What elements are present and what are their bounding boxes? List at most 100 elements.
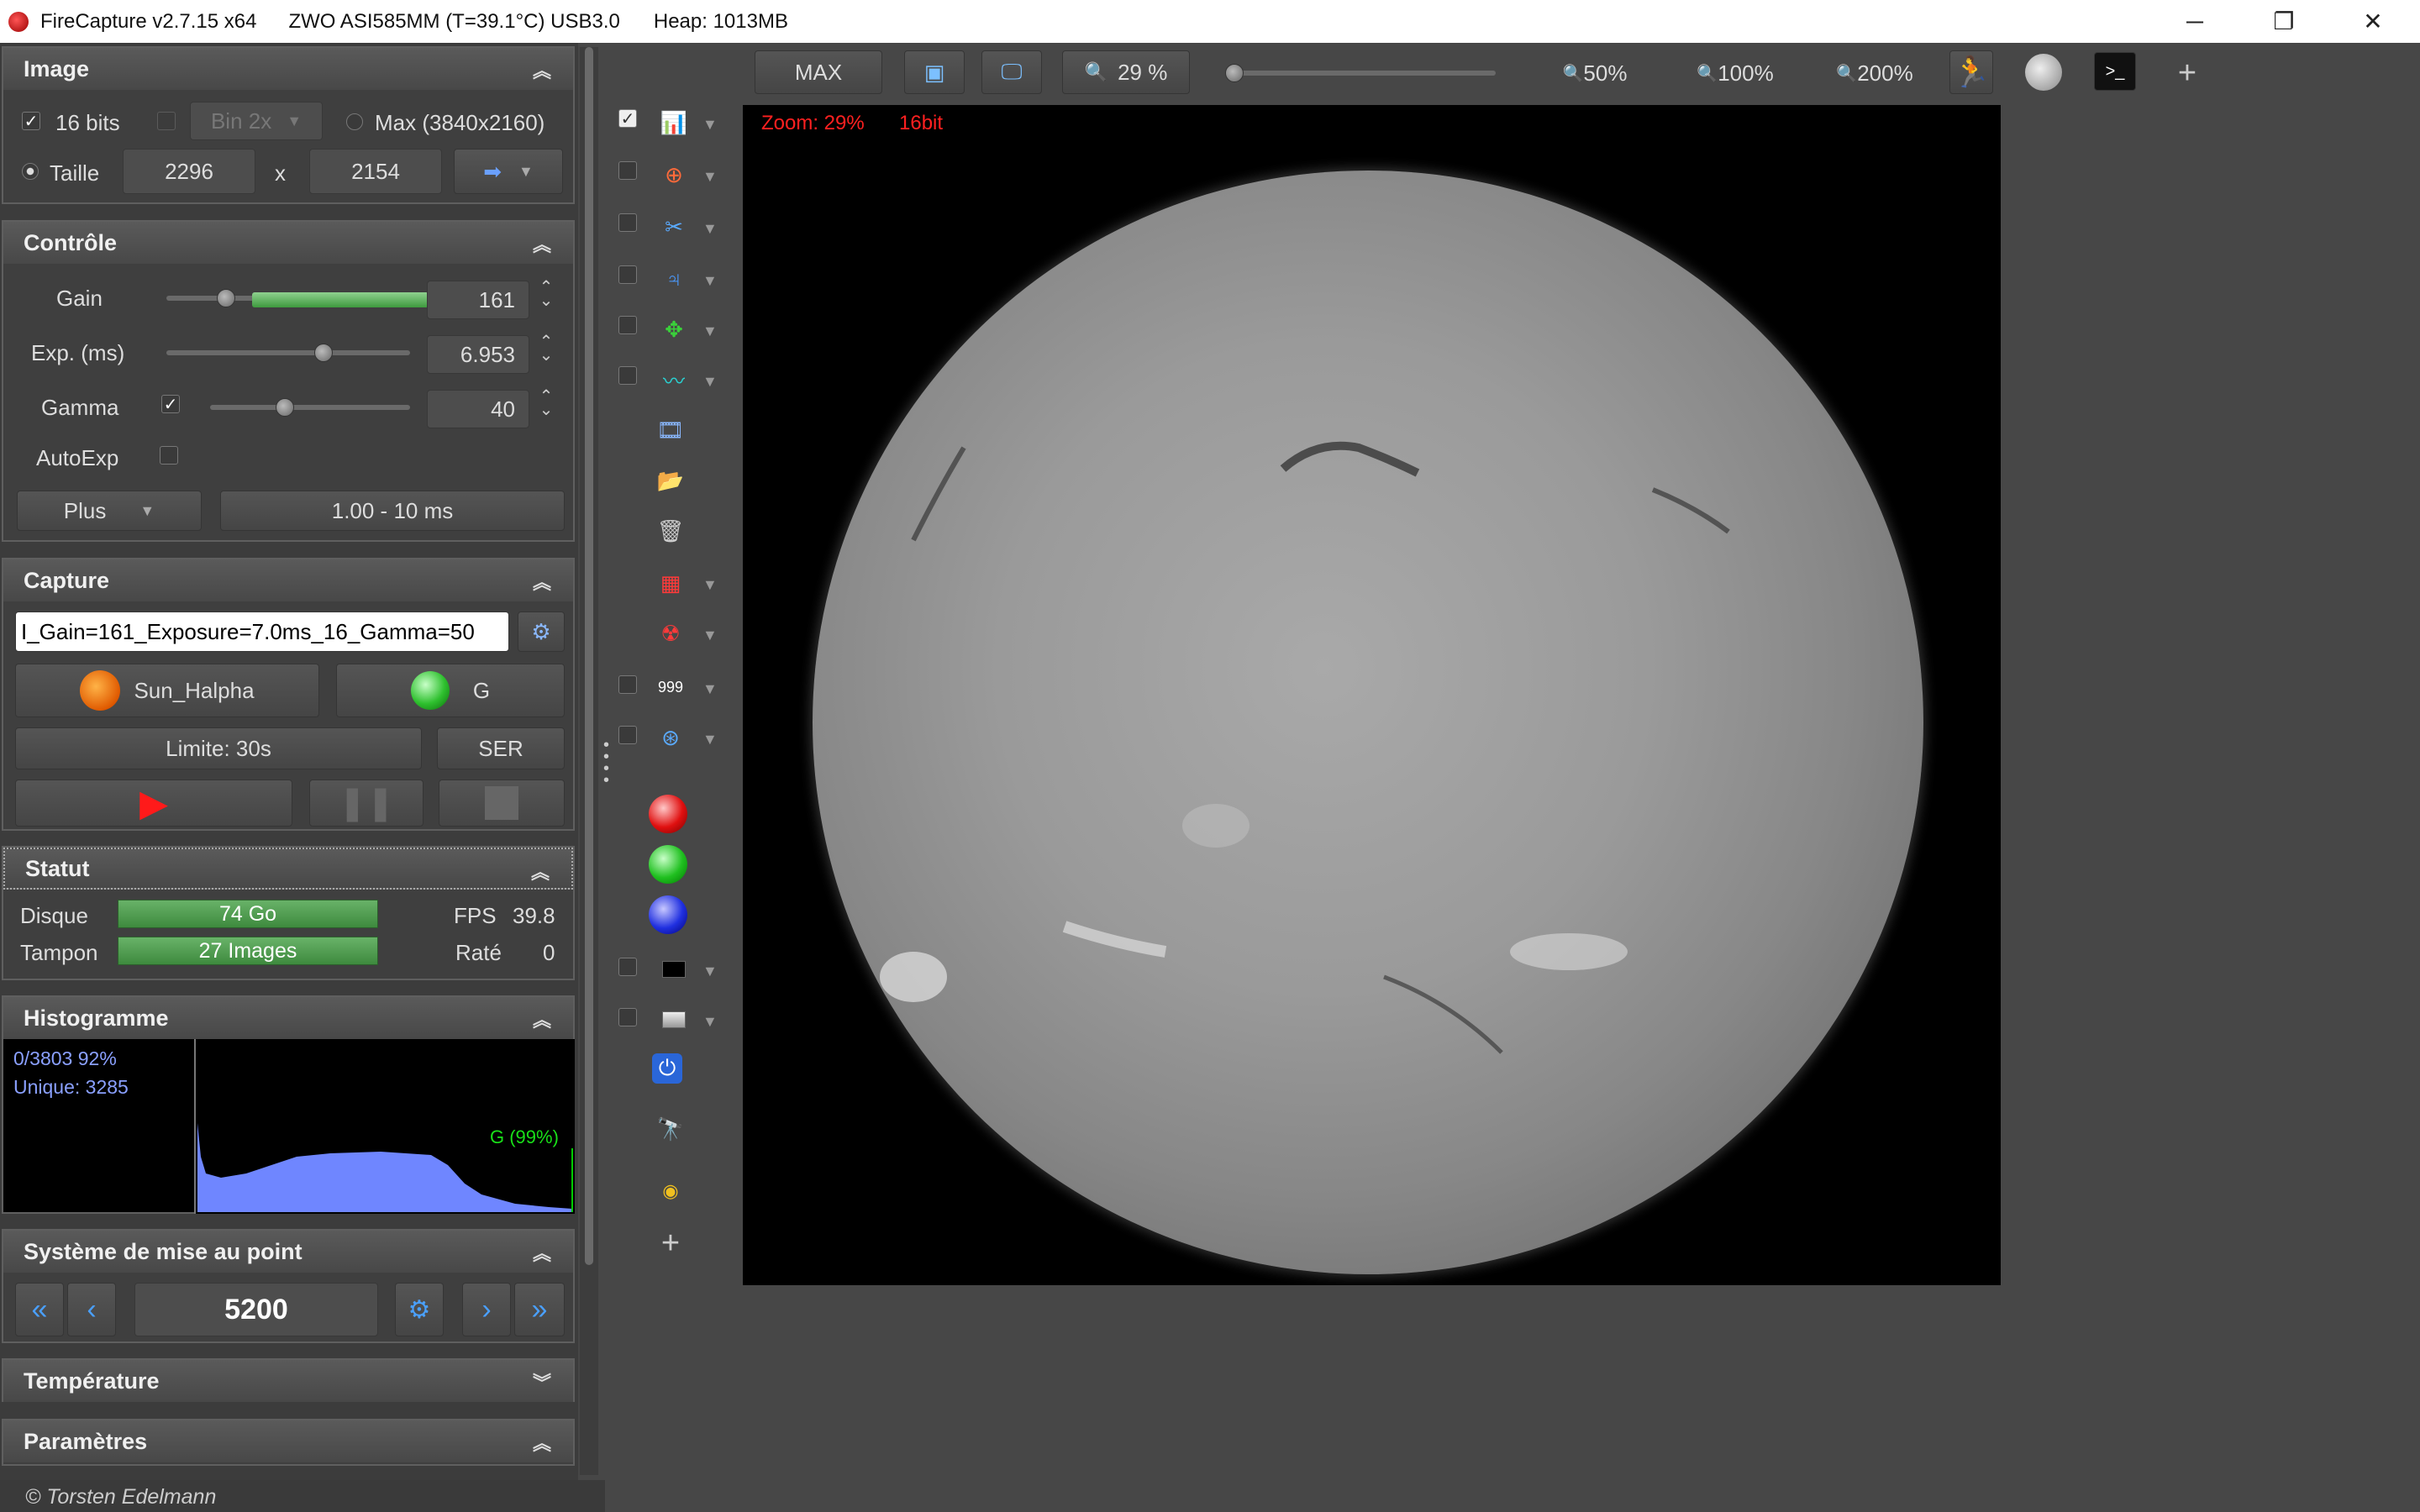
chevron-down-icon[interactable]: ▼ [702,680,718,698]
limit-button[interactable]: Limite: 30s [15,727,422,769]
controle-panel-header[interactable]: Contrôle ︽ [3,222,573,264]
max-button[interactable]: MAX [755,50,882,94]
camera-settings-icon[interactable]: ⚙ [518,612,565,652]
crosshair-checkbox[interactable] [618,161,637,180]
focus-helper-checkbox[interactable] [618,265,637,284]
tracking-checkbox[interactable] [618,316,637,334]
filename-input[interactable]: I_Gain=161_Exposure=7.0ms_16_Gamma=50 [15,612,509,652]
gamma-input[interactable]: 40 [427,390,529,428]
bin-checkbox[interactable] [157,112,176,130]
collapse-icon[interactable]: ︽ [533,230,551,257]
fullscreen-button[interactable]: 🖵 [981,50,1042,94]
restore-button[interactable]: ❐ [2240,0,2328,43]
filter-button[interactable]: G [336,664,565,717]
darkframe-checkbox[interactable] [618,958,637,976]
power-icon[interactable]: ⏻ [652,1053,682,1084]
profile-button[interactable]: Sun_Halpha [15,664,319,717]
histogram-toggle-checkbox[interactable]: ✓ [618,109,637,129]
format-button[interactable]: SER [437,727,565,769]
zoom-slider-knob[interactable] [1225,64,1244,82]
green-channel-button[interactable] [649,845,687,884]
stop-button[interactable] [439,780,565,827]
statut-panel-header[interactable]: Statut ︽ [3,848,573,890]
blue-channel-button[interactable] [649,895,687,934]
width-input[interactable]: 2296 [123,149,255,194]
film-icon[interactable]: 🎞 [655,415,686,445]
collapse-icon[interactable]: ︽ [533,56,551,83]
tracking-icon[interactable]: ✥ [659,314,689,344]
exp-slider[interactable] [166,350,410,355]
zoom-100-button[interactable]: 🔍 100% [1681,52,1790,94]
telescope-icon[interactable]: 🔭 [655,1114,686,1144]
align-checkbox[interactable] [618,213,637,232]
darkframe-icon[interactable] [659,954,689,984]
focus-fast-back-button[interactable]: « [15,1283,64,1336]
collapse-icon[interactable]: ︽ [533,568,551,595]
exp-slider-knob[interactable] [314,344,333,362]
gamma-checkbox[interactable]: ✓ [161,395,180,414]
zoom-button[interactable]: 🔍 29 % [1062,50,1190,94]
autoexp-checkbox[interactable] [160,446,178,465]
chevron-down-icon[interactable]: ▼ [702,323,718,340]
left-scrollbar[interactable] [580,47,598,1475]
add-tool-icon[interactable]: + [655,1226,686,1261]
minimize-button[interactable]: ─ [2151,0,2238,43]
collapse-icon[interactable]: ︽ [531,858,550,885]
timer-icon[interactable]: ◉ [655,1176,686,1206]
focus-helper-icon[interactable]: ♃ [659,264,689,294]
chevron-down-icon[interactable]: ▼ [702,627,718,644]
splitter-handle[interactable]: • • • • [603,737,610,806]
plus-dropdown[interactable]: Plus ▼ [17,491,202,531]
pause-button[interactable]: ❚❚ [309,780,424,827]
record-button[interactable]: ▶ [15,780,292,827]
folder-icon[interactable]: 📂 [655,465,686,496]
temperature-panel-header[interactable]: Température ︾ [3,1360,573,1402]
align-icon[interactable]: ✂ [659,212,689,242]
scrollbar-thumb[interactable] [585,47,593,1265]
chevron-down-icon[interactable]: ▼ [702,220,718,238]
console-button[interactable]: >_ [2094,52,2136,91]
region-icon[interactable]: ▦ [655,568,686,598]
gamma-spinner-icon[interactable]: ⌃ ⌄ [538,388,555,418]
chevron-down-icon[interactable]: ▼ [702,272,718,290]
gamma-slider-knob[interactable] [276,398,294,417]
chevron-down-icon[interactable]: ▼ [702,1013,718,1031]
close-button[interactable]: ✕ [2329,0,2417,43]
focus-back-button[interactable]: ‹ [67,1283,116,1336]
focus-settings-button[interactable]: ⚙ [395,1283,444,1336]
reticle-checkbox[interactable] [618,726,637,744]
exp-spinner-icon[interactable]: ⌃ ⌄ [538,333,555,364]
collapse-icon[interactable]: ︽ [533,1429,551,1456]
collapse-icon[interactable]: ︽ [533,1239,551,1266]
apply-size-button[interactable]: ➡ ▼ [454,149,563,194]
add-toolbar-button[interactable]: + [2166,52,2208,94]
zoom-200-button[interactable]: 🔍 200% [1820,52,1929,94]
exp-input[interactable]: 6.953 [427,335,529,374]
chevron-down-icon[interactable]: ▼ [702,963,718,980]
capture-panel-header[interactable]: Capture ︽ [3,559,573,601]
parametres-panel-header[interactable]: Paramètres ︽ [3,1420,573,1462]
crosshair-icon[interactable]: ⊕ [659,160,689,190]
chevron-down-icon[interactable]: ▼ [702,576,718,594]
red-channel-button[interactable] [649,795,687,833]
exposure-range-button[interactable]: 1.00 - 10 ms [220,491,565,531]
focus-panel-header[interactable]: Système de mise au point ︽ [3,1231,573,1273]
chevron-down-icon[interactable]: ▼ [702,168,718,186]
histogramme-panel-header[interactable]: Histogramme ︽ [3,997,573,1039]
height-input[interactable]: 2154 [309,149,442,194]
autorun-button[interactable] [2020,49,2067,96]
image-panel-header[interactable]: Image ︽ [3,48,573,90]
gain-spinner-icon[interactable]: ⌃ ⌄ [538,279,555,309]
quality-icon[interactable]: 〰 [659,365,689,395]
reticle-icon[interactable]: ⊛ [655,722,686,753]
collapse-icon[interactable]: ︽ [533,1005,551,1032]
histogram-tool-icon[interactable]: 📊 [659,108,689,138]
taille-radio[interactable] [22,163,39,180]
counter-icon[interactable]: 999 [655,672,686,702]
quality-checkbox[interactable] [618,366,637,385]
chevron-down-icon[interactable]: ▼ [702,373,718,391]
trash-icon[interactable]: 🗑 [655,516,686,546]
zoom-slider[interactable] [1228,71,1496,76]
gain-slider-knob[interactable] [217,289,235,307]
flatframe-checkbox[interactable] [618,1008,637,1026]
